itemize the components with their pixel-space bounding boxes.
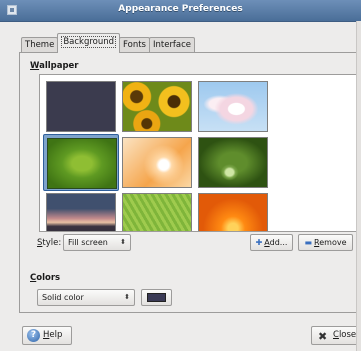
tab-interface[interactable]: Interface xyxy=(148,37,196,53)
appearance-preferences-window: Appearance Preferences Theme Background … xyxy=(0,0,361,351)
wallpaper-thumb-sunset-sky[interactable] xyxy=(46,193,116,231)
add-button[interactable]: ✚ Add... xyxy=(250,234,293,251)
color-mode-value: Solid color xyxy=(42,293,84,302)
wallpaper-thumb-leaf-texture[interactable] xyxy=(122,193,192,231)
wallpaper-heading: Wallpaper xyxy=(30,61,79,71)
help-icon: ? xyxy=(27,329,40,342)
style-combo-value: Fill screen xyxy=(68,238,108,247)
color-mode-combo[interactable]: Solid color ⬍ xyxy=(37,289,135,306)
updown-arrows-icon: ⬍ xyxy=(120,238,126,246)
title-bar[interactable]: Appearance Preferences xyxy=(0,0,361,22)
minus-icon: ▬ xyxy=(304,238,313,247)
remove-button[interactable]: ▬ Remove xyxy=(298,234,353,251)
colors-heading: Colors xyxy=(30,273,61,283)
wallpaper-thumb-cherry-blossom[interactable] xyxy=(198,81,268,132)
wallpaper-thumb-orange-petals[interactable] xyxy=(122,137,192,188)
tab-background[interactable]: Background xyxy=(57,33,121,53)
background-page: Wallpaper ▴ ▾ Style: xyxy=(19,52,361,313)
style-combo[interactable]: Fill screen ⬍ xyxy=(63,234,131,251)
window-right-edge xyxy=(356,21,361,351)
wallpaper-thumb-dew-drop[interactable] xyxy=(198,137,268,188)
close-button[interactable]: ✖ Close xyxy=(311,326,358,345)
plus-icon: ✚ xyxy=(255,238,263,247)
wallpaper-thumb-green-leaf[interactable] xyxy=(47,138,117,189)
wallpaper-grid[interactable]: ▴ ▾ xyxy=(39,74,361,232)
tab-bar: Theme Background Fonts Interface xyxy=(21,33,196,53)
close-icon: ✖ xyxy=(318,330,328,343)
help-button[interactable]: ? Help xyxy=(22,326,72,345)
wallpaper-thumb-dark-slate[interactable] xyxy=(46,81,116,132)
close-label: Close xyxy=(333,330,357,340)
window-title: Appearance Preferences xyxy=(118,4,243,14)
style-label: Style: xyxy=(37,238,62,248)
updown-arrows-icon: ⬍ xyxy=(124,293,130,301)
tab-theme[interactable]: Theme xyxy=(21,37,59,53)
color-picker-button[interactable] xyxy=(141,289,172,306)
tab-fonts[interactable]: Fonts xyxy=(119,37,150,53)
wallpaper-thumb-orange-flower[interactable] xyxy=(198,193,268,231)
wallpaper-thumb-sunflowers[interactable] xyxy=(122,81,192,132)
wallpaper-thumb-selection-frame[interactable] xyxy=(43,134,119,191)
color-swatch xyxy=(147,293,166,302)
help-label: Help xyxy=(43,330,63,340)
